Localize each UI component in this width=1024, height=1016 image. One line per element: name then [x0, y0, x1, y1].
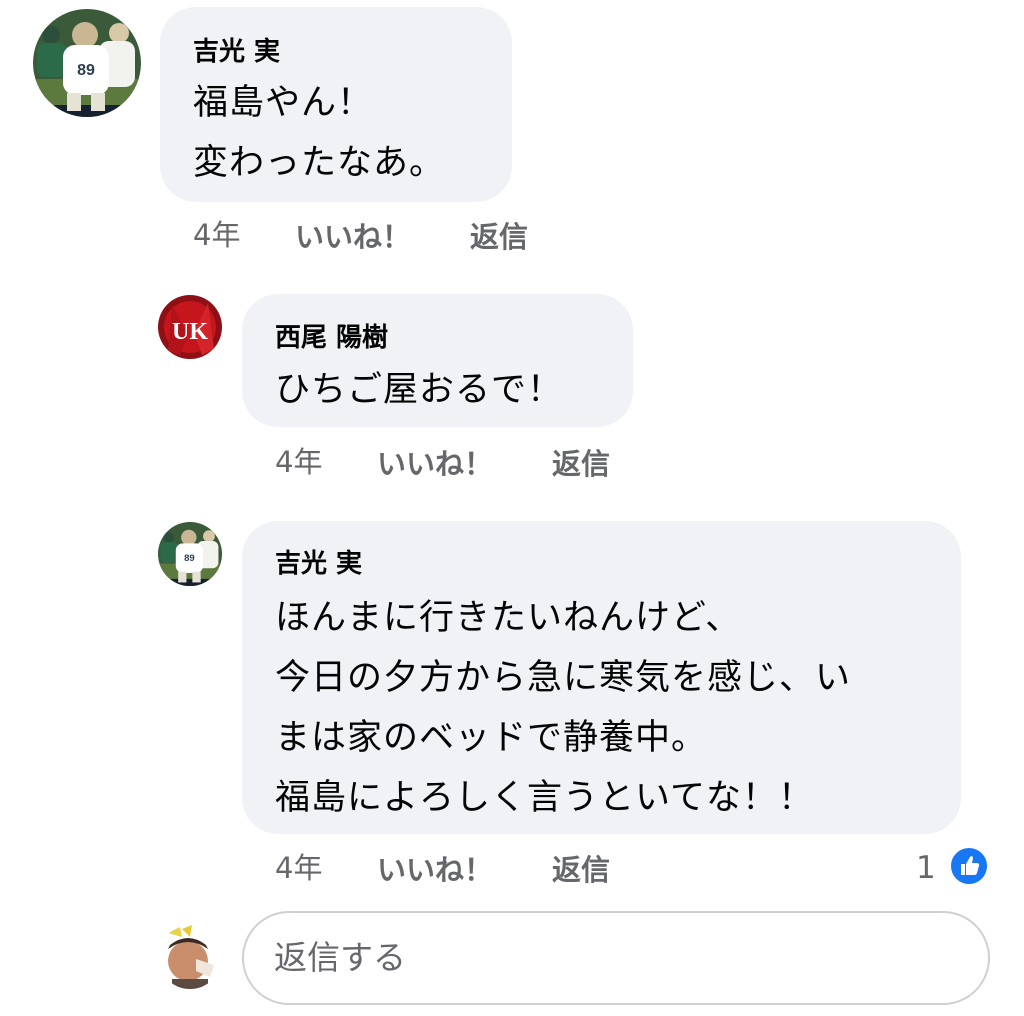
comment-author[interactable]: 吉光 実 — [193, 37, 280, 67]
avatar-yoshimitsu[interactable]: 89 — [33, 9, 141, 117]
like-button[interactable]: いいね！ — [377, 853, 493, 887]
avatar-nishio[interactable]: UK — [158, 295, 222, 359]
comment-timestamp[interactable]: 4年 — [275, 851, 322, 885]
comment-text-line: 今日の夕方から急に寒気を感じ、い — [275, 658, 852, 698]
reply-input-placeholder: 返信する — [274, 938, 406, 977]
comment-timestamp[interactable]: 4年 — [193, 218, 240, 252]
current-user-avatar — [158, 925, 222, 989]
comment-text-line: ほんまに行きたいねんけど、 — [275, 598, 742, 638]
comment-text-line: 福島やん！ — [193, 83, 374, 123]
svg-text:89: 89 — [77, 62, 95, 79]
avatar-yoshimitsu[interactable]: 89 — [158, 522, 222, 586]
thumbs-up-icon[interactable] — [948, 845, 990, 887]
svg-text:89: 89 — [184, 553, 195, 564]
like-button[interactable]: いいね！ — [295, 220, 411, 254]
reply-button[interactable]: 返信 — [470, 220, 528, 254]
comment-timestamp[interactable]: 4年 — [275, 445, 322, 479]
comment-text-line: 変わったなあ。 — [193, 143, 446, 183]
reply-button[interactable]: 返信 — [552, 447, 610, 481]
comment-author[interactable]: 吉光 実 — [275, 549, 362, 579]
reply-button[interactable]: 返信 — [552, 853, 610, 887]
comment-text-line: ひちご屋おるで！ — [275, 370, 564, 410]
comment-text-line: まは家のベッドで静養中。 — [275, 718, 708, 758]
comment-text-line: 福島によろしく言うといてな！！ — [275, 778, 814, 818]
like-button[interactable]: いいね！ — [377, 447, 493, 481]
reaction-count[interactable]: 1 — [916, 851, 936, 885]
comment-author[interactable]: 西尾 陽樹 — [275, 323, 388, 353]
svg-text:UK: UK — [172, 319, 208, 345]
